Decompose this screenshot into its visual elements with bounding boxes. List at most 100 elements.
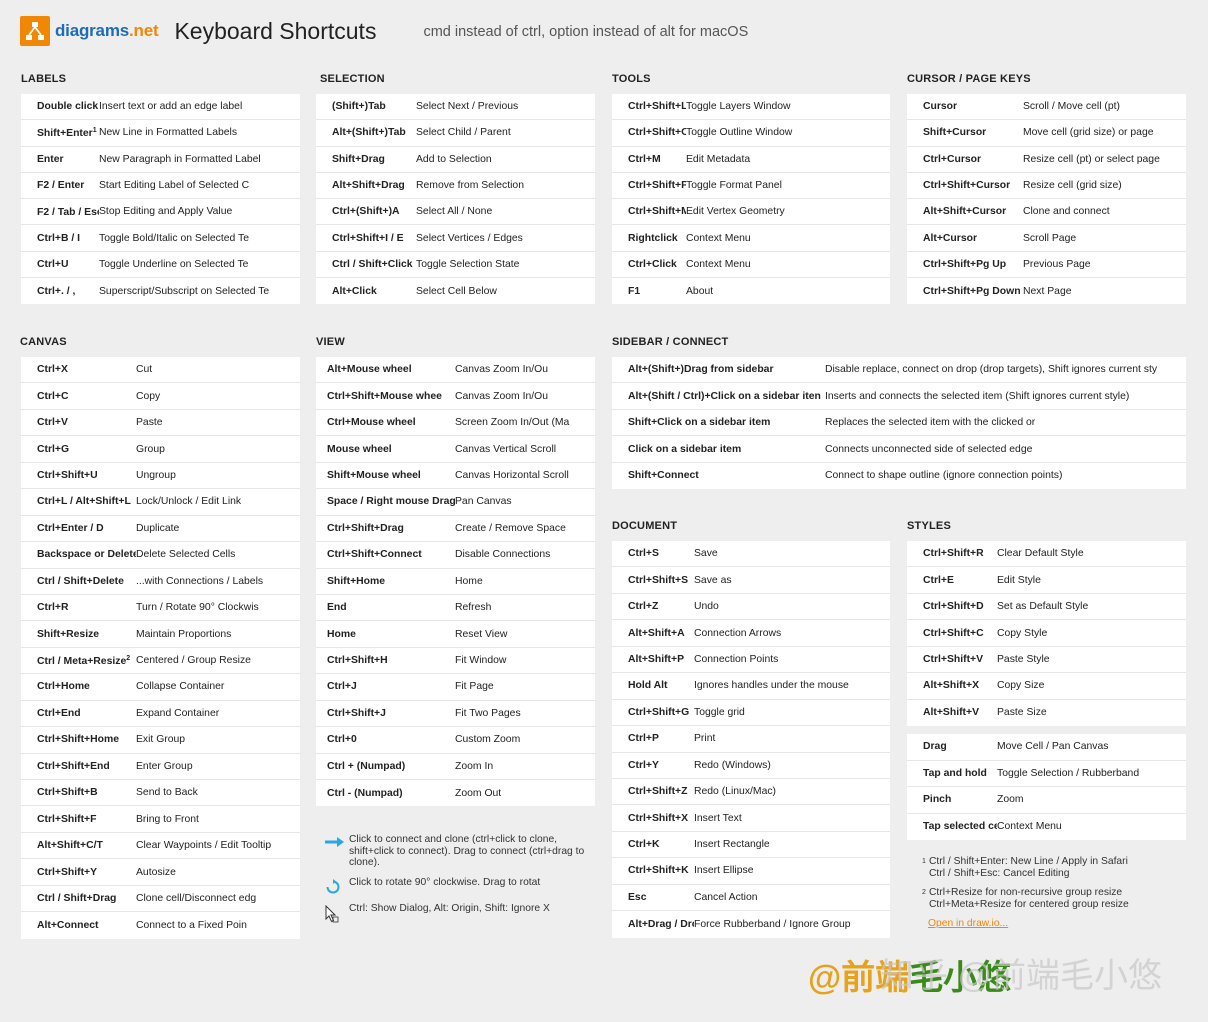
shortcut-key: Ctrl / Shift+Click (316, 259, 416, 270)
shortcut-key: Alt+Shift+Cursor (907, 206, 1023, 217)
shortcut-description: Ignores handles under the mouse (694, 680, 849, 692)
shortcut-row: Ctrl+Shift+I / E Select Vertices / Edges (316, 225, 595, 252)
shortcut-key: Ctrl+B / I (21, 233, 99, 244)
shortcut-key: Enter (21, 154, 99, 165)
footnote-ref: 1 (92, 126, 97, 134)
shortcut-description: Context Menu (997, 821, 1062, 833)
shortcut-key: Shift+Enter1 (21, 127, 99, 139)
shortcut-key-text: Pinch (923, 794, 952, 806)
shortcut-key: Tap selected cell (907, 821, 997, 832)
shortcut-key-text: Alt+Shift+A (628, 627, 685, 639)
shortcut-description: ...with Connections / Labels (136, 575, 264, 587)
shortcut-key: Ctrl+Shift+X (612, 813, 694, 824)
shortcut-description: Scroll / Move cell (pt) (1023, 101, 1121, 113)
shortcut-description: Connection Arrows (694, 627, 782, 639)
footnote: 1 Ctrl / Shift+Enter: New Line / Apply i… (922, 856, 1129, 879)
shortcut-row: Ctrl / Shift+Click Toggle Selection State (316, 252, 595, 279)
shortcut-key: Alt+(Shift+)Drag from sidebar (612, 364, 825, 375)
shortcut-table: Ctrl+S Save Ctrl+Shift+S Save as Ctrl+Z Undo A… (612, 541, 890, 938)
shortcut-description: Edit Vertex Geometry (686, 206, 785, 218)
shortcut-row: Ctrl+Shift+Drag Create / Remove Space (316, 516, 595, 543)
shortcut-row: Ctrl+S Save (612, 541, 890, 568)
section-title: LABELS (21, 73, 67, 85)
shortcut-row: Ctrl+Shift+H Fit Window (316, 648, 595, 675)
shortcut-key: Ctrl+End (21, 708, 136, 719)
shortcut-key: Ctrl+Z (612, 601, 694, 612)
drawio-logo-icon[interactable] (20, 16, 50, 46)
shortcut-key-text: F2 / Enter (37, 180, 85, 192)
shortcut-key-text: Ctrl+Shift+H (327, 655, 388, 667)
shortcut-key: F2 / Tab / Esc1 (21, 206, 99, 218)
shortcut-row: Shift+Home Home (316, 569, 595, 595)
shortcut-key: (Shift+)Tab (316, 101, 416, 112)
shortcut-description: Cancel Action (694, 891, 758, 903)
shortcut-key: Ctrl+Shift+J (316, 708, 455, 719)
shortcut-description: Connects unconnected side of selected ed… (825, 443, 1033, 455)
shortcut-key: Ctrl+Y (612, 760, 694, 771)
shortcut-row: Alt+Mouse wheel Canvas Zoom In/Ou (316, 357, 595, 384)
shortcut-description: Send to Back (136, 787, 198, 799)
footnote-ref: 2 (126, 654, 131, 662)
shortcut-key: Ctrl+Shift+M (612, 206, 686, 217)
shortcut-row: Tap and hold Toggle Selection / Rubberban… (907, 761, 1186, 787)
shortcut-key-text: Shift+Connect (628, 470, 699, 482)
legend-item: Click to rotate 90° clockwise. Drag to r… (325, 877, 595, 895)
shortcut-key: Ctrl+Shift+S (612, 575, 694, 586)
shortcut-row: Alt+Shift+X Copy Size (907, 673, 1186, 700)
shortcut-description: Paste Size (997, 707, 1047, 719)
shortcut-key: Alt+Cursor (907, 233, 1023, 244)
shortcut-row: Ctrl+U Toggle Underline on Selected Te (21, 252, 300, 279)
shortcut-key-text: Ctrl+End (37, 707, 81, 719)
footnote-number: 2 (922, 889, 926, 897)
shortcut-row: Ctrl+Shift+K Insert Ellipse (612, 858, 890, 885)
section-selection: SELECTION (Shift+)Tab Select Next / Previ… (316, 72, 595, 305)
shortcut-description: Start Editing Label of Selected C (99, 180, 250, 192)
shortcut-row: Enter New Paragraph in Formatted Label (21, 147, 300, 173)
shortcut-key: Ctrl+Shift+D (907, 601, 997, 612)
shortcut-description: New Paragraph in Formatted Label (99, 153, 261, 165)
shortcut-key: Ctrl+Shift+I / E (316, 233, 416, 244)
shortcut-key: Alt+Shift+Drag (316, 180, 416, 191)
shortcut-row: Ctrl+Shift+End Enter Group (21, 754, 300, 780)
header: diagrams.net Keyboard Shortcuts cmd inst… (20, 16, 1190, 46)
section-cursor-page-keys: CURSOR / PAGE KEYS Cursor Scroll / Move c… (907, 72, 1186, 305)
shortcut-description: Context Menu (686, 258, 751, 270)
shortcut-key-text: Ctrl+Shift+End (37, 760, 110, 772)
shortcut-key: Ctrl+. / , (21, 286, 99, 297)
shortcut-description: Connect to shape outline (ignore connect… (825, 470, 1063, 482)
shortcut-row: Ctrl+Shift+R Clear Default Style (907, 541, 1186, 568)
shortcut-row: Ctrl+Shift+O Toggle Outline Window (612, 120, 890, 147)
shortcut-key: Alt+Click (316, 286, 416, 297)
shortcut-key-text: Home (327, 628, 356, 640)
shortcut-row: Alt+Shift+A Connection Arrows (612, 620, 890, 647)
shortcut-key-text: Ctrl+Shift+Pg Down (923, 285, 1021, 297)
shortcut-description: Custom Zoom (455, 734, 521, 746)
shortcut-key-text: Ctrl+Shift+S (628, 574, 689, 586)
shortcut-description: Move cell (grid size) or page (1023, 127, 1154, 139)
shortcut-key: Ctrl+Mouse wheel (316, 417, 455, 428)
shortcut-key-text: End (327, 602, 347, 614)
shortcut-row: Mouse wheel Canvas Vertical Scroll (316, 436, 595, 463)
shortcut-description: Force Rubberband / Ignore Group (694, 918, 851, 930)
shortcut-key: Shift+Home (316, 576, 455, 587)
open-in-drawio-link[interactable]: Open in draw.io... (928, 918, 1008, 929)
shortcut-key: Ctrl+Shift+G (612, 707, 694, 718)
shortcut-key: Ctrl+X (21, 364, 136, 375)
shortcut-key-text: Ctrl+Click (628, 258, 677, 270)
shortcut-row: Shift+Cursor Move cell (grid size) or pag… (907, 120, 1186, 147)
shortcut-description: Save as (694, 574, 732, 586)
shortcut-row: Cursor Scroll / Move cell (pt) (907, 94, 1186, 121)
shortcut-key-text: Ctrl + (Numpad) (327, 760, 406, 772)
shortcut-key: Drag (907, 741, 997, 752)
shortcut-key: Alt+Shift+V (907, 707, 997, 718)
shortcut-key: Ctrl+Shift+U (21, 470, 136, 481)
shortcut-description: Create / Remove Space (455, 522, 566, 534)
shortcut-row: Ctrl+Shift+F Bring to Front (21, 806, 300, 833)
logo-text[interactable]: diagrams.net (55, 21, 159, 41)
shortcut-key: Ctrl - (Numpad) (316, 788, 455, 799)
shortcut-description: Context Menu (686, 232, 751, 244)
section-title: CANVAS (20, 336, 67, 348)
shortcut-row: Ctrl+Shift+B Send to Back (21, 780, 300, 807)
shortcut-table: Cursor Scroll / Move cell (pt) Shift+Curso… (907, 94, 1186, 305)
shortcut-row: Ctrl+0 Custom Zoom (316, 727, 595, 754)
